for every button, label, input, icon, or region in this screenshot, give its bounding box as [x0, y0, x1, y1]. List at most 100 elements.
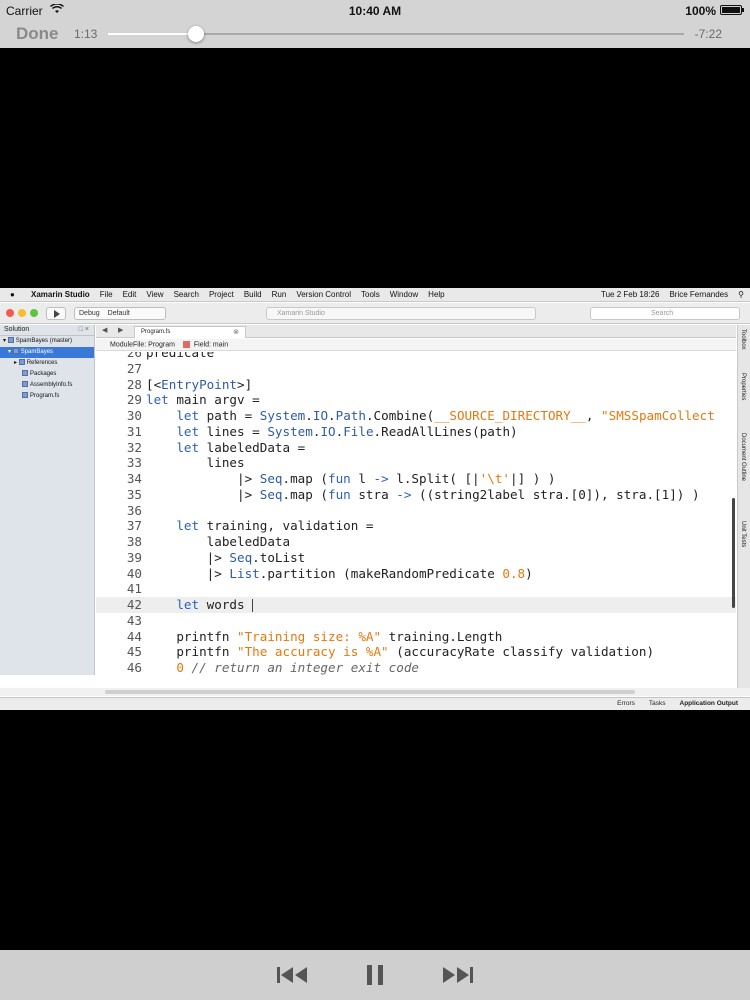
text-cursor [252, 599, 254, 612]
menu-build: Build [243, 290, 262, 299]
code-line: 39 |> Seq.toList [96, 550, 736, 566]
line-number: 38 [126, 534, 142, 549]
editor-scrollbar [732, 498, 735, 608]
rewind-icon[interactable] [276, 964, 310, 986]
tree-item-assemblyinfo: AssemblyInfo.fs [0, 380, 94, 391]
pause-icon[interactable] [364, 964, 386, 986]
battery-percent: 100% [685, 4, 716, 18]
field-icon [182, 341, 190, 348]
tab-program-fs: Program.fs ⊗ [134, 326, 246, 338]
code-line: 34 |> Seq.map (fun l -> l.Split( [|'\t'|… [96, 471, 736, 487]
code-line: 42 let words [96, 597, 736, 613]
back-arrow-icon: ◀ [102, 327, 108, 334]
code-line: 30 let path = System.IO.Path.Combine(__S… [96, 408, 736, 424]
zoom-window-icon [30, 309, 38, 317]
code-line: 40 |> List.partition (makeRandomPredicat… [96, 566, 736, 582]
line-number: 34 [126, 471, 142, 486]
code-editor: 26 predicate 27 28 [<EntryPoint>] 29 let main … [96, 352, 736, 680]
menu-tools: Tools [361, 290, 380, 299]
code-text: predicate [146, 352, 215, 360]
line-number: 28 [126, 376, 142, 392]
line-number: 44 [126, 628, 142, 644]
line-number: 42 [126, 597, 142, 612]
horizontal-scrollbar [0, 688, 750, 696]
forward-arrow-icon: ▶ [118, 327, 124, 334]
scrubber-fill [108, 33, 197, 35]
code-text: |> Seq.map (fun l -> l.Split( [|'\t'|] )… [146, 471, 556, 486]
pad-errors: Errors [617, 700, 635, 707]
menu-items: Xamarin Studio File Edit View Search Pro… [31, 290, 445, 299]
line-number: 46 [126, 660, 142, 675]
minimize-window-icon [18, 309, 26, 317]
code-line: 28 [<EntryPoint>] [96, 377, 736, 393]
path-bar: ModuleFile: Program Field: main [96, 339, 736, 351]
menu-extras: Tue 2 Feb 18:26 Brice Fernandes ⚲ [601, 290, 744, 299]
dock-toolbox: Toolbox [740, 329, 746, 350]
folder-icon [22, 370, 28, 377]
code-text: |> Seq.toList [146, 549, 306, 565]
remaining-time: -7:22 [694, 27, 722, 41]
menu-search: Search [173, 290, 199, 299]
code-line: 31 let lines = System.IO.File.ReadAllLin… [96, 424, 736, 440]
code-line: 41 [96, 581, 736, 597]
menu-help: Help [428, 290, 445, 299]
tree-item-project: ▾ SpamBayes [0, 347, 94, 358]
battery-icon [720, 5, 744, 15]
line-number: 41 [126, 581, 142, 597]
path-module: ModuleFile: Program [110, 341, 175, 349]
scrubber-knob[interactable] [188, 26, 205, 42]
video-frame[interactable]: ● Xamarin Studio File Edit View Search P… [0, 288, 750, 710]
right-dock: Toolbox Properties Document Outline Unit… [737, 325, 750, 690]
code-line: 35 |> Seq.map (fun stra -> ((string2labe… [96, 487, 736, 503]
apple-icon: ● [10, 290, 15, 299]
target-label: Default [107, 310, 130, 317]
path-field: Field: main [193, 341, 229, 349]
code-text: [<EntryPoint>] [146, 376, 253, 392]
line-number: 39 [126, 549, 142, 565]
menu-edit: Edit [122, 290, 137, 299]
playback-controls [0, 950, 750, 1000]
menu-file: File [99, 290, 113, 299]
ide-status: Xamarin Studio [266, 307, 536, 320]
scrubber-track[interactable] [108, 26, 684, 42]
fast-forward-icon[interactable] [440, 964, 474, 986]
done-button[interactable]: Done [16, 24, 59, 44]
code-line: 27 [96, 361, 736, 377]
line-number: 45 [126, 644, 142, 660]
close-tab-icon: ⊗ [233, 329, 239, 336]
menu-view: View [146, 290, 164, 299]
line-number: 30 [126, 408, 142, 423]
code-text: let main argv = [146, 392, 260, 408]
solution-pane: Solution □ × ▾ SpamBayes (master) ▾ Spam… [0, 325, 95, 675]
line-number: 36 [126, 502, 142, 518]
code-text: printfn "Training size: %A" training.Len… [146, 628, 503, 644]
line-number: 37 [126, 518, 142, 534]
code-text: |> Seq.map (fun stra -> ((string2label s… [146, 486, 700, 502]
menu-run: Run [271, 290, 287, 299]
code-line: 38 labeledData [96, 534, 736, 550]
menu-app: Xamarin Studio [31, 290, 90, 299]
project-icon [12, 348, 19, 355]
code-line: 26 predicate [96, 352, 736, 361]
tree-item-packages: Packages [0, 369, 94, 380]
config-selector: Debug Default [74, 307, 166, 320]
line-number: 26 [126, 352, 142, 360]
code-line: 32 let labeledData = [96, 440, 736, 456]
spotlight-icon: ⚲ [738, 290, 744, 299]
code-text: let words [176, 597, 254, 612]
code-text: let path = System.IO.Path.Combine(__SOUR… [176, 408, 715, 423]
file-icon [22, 381, 28, 388]
file-icon [22, 392, 28, 399]
code-line: 45 printfn "The accuracy is %A" (accurac… [96, 644, 736, 660]
dock-document-outline: Document Outline [740, 433, 746, 482]
tree-item-solution: ▾ SpamBayes (master) [3, 337, 73, 344]
folder-icon [18, 359, 25, 366]
ide-search: Search [590, 307, 740, 320]
code-text: 0 // return an integer exit code [176, 660, 419, 675]
code-text: printfn "The accuracy is %A" (accuracyRa… [146, 644, 655, 660]
run-icon [46, 307, 66, 320]
pane-controls-icon: □ × [78, 326, 89, 333]
solution-pane-header: Solution □ × [0, 325, 94, 336]
